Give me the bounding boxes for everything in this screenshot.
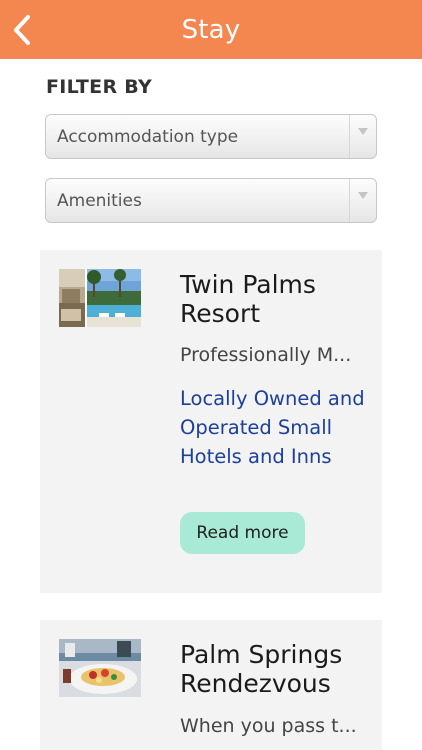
food-plate-image (59, 639, 141, 697)
dropdown-arrow-icon (349, 179, 376, 222)
listing-title[interactable]: Palm Springs Rendezvous (180, 640, 370, 698)
listing-description: Professionally M... (180, 344, 352, 366)
app-header: Stay (0, 0, 422, 59)
listing-category-link[interactable]: Locally Owned and Operated Small Hotels … (180, 384, 370, 471)
amenities-value: Amenities (57, 190, 142, 211)
listing-title[interactable]: Twin Palms Resort (180, 270, 370, 328)
read-more-button[interactable]: Read more (180, 512, 305, 554)
listing-thumbnail[interactable] (59, 269, 141, 327)
back-button[interactable] (6, 10, 38, 50)
listing-card: Palm Springs Rendezvous When you pass t.… (40, 620, 382, 750)
amenities-select[interactable]: Amenities (45, 178, 377, 223)
listing-thumbnail[interactable] (59, 639, 141, 697)
listing-card: Twin Palms Resort Professionally M... Lo… (40, 250, 382, 593)
filter-by-label: FILTER BY (46, 76, 153, 98)
dropdown-arrow-icon (349, 115, 376, 158)
accommodation-type-value: Accommodation type (57, 126, 239, 147)
chevron-left-icon (14, 15, 30, 45)
hotel-room-image (59, 269, 141, 327)
page-title: Stay (181, 14, 241, 45)
listing-description: When you pass t... (180, 715, 357, 737)
accommodation-type-select[interactable]: Accommodation type (45, 114, 377, 159)
